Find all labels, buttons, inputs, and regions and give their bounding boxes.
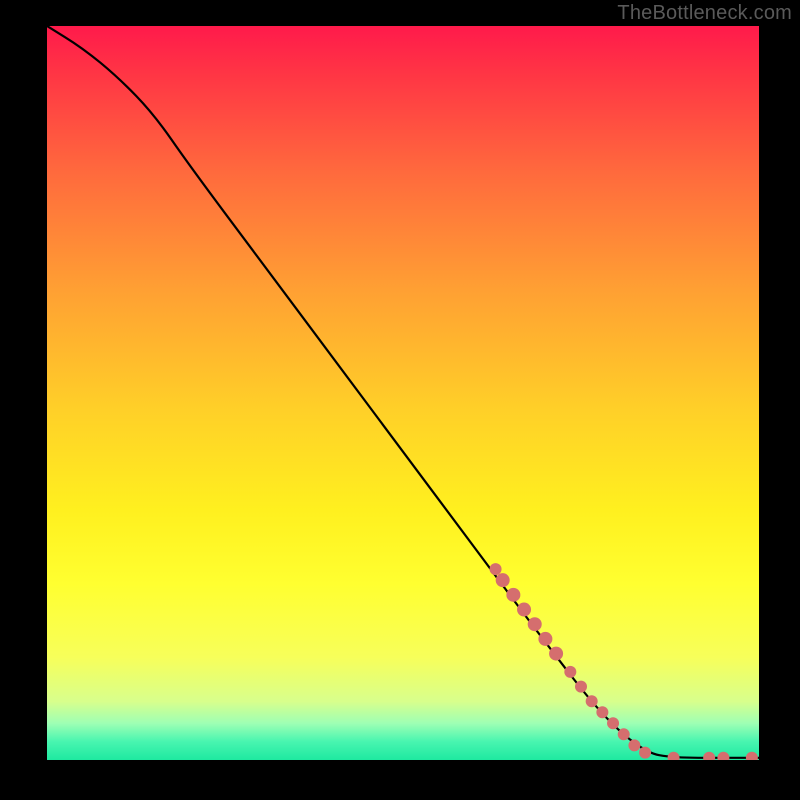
data-marker <box>607 717 619 729</box>
data-marker <box>506 588 520 602</box>
data-marker <box>703 752 715 760</box>
data-marker <box>639 747 651 759</box>
data-marker <box>564 666 576 678</box>
data-marker <box>517 603 531 617</box>
data-marker <box>575 681 587 693</box>
data-marker <box>549 647 563 661</box>
plot-area <box>47 26 759 760</box>
data-marker <box>586 695 598 707</box>
data-marker <box>717 752 729 760</box>
watermark-text: TheBottleneck.com <box>617 2 792 25</box>
data-markers <box>490 563 758 760</box>
data-marker <box>618 728 630 740</box>
data-marker <box>496 573 510 587</box>
data-marker <box>746 752 758 760</box>
data-marker <box>628 739 640 751</box>
chart-overlay <box>47 26 759 760</box>
bottleneck-curve <box>47 26 759 758</box>
data-marker <box>668 752 680 760</box>
data-marker <box>538 632 552 646</box>
chart-frame: TheBottleneck.com <box>0 0 800 800</box>
data-marker <box>528 617 542 631</box>
data-marker <box>596 706 608 718</box>
data-marker <box>490 563 502 575</box>
